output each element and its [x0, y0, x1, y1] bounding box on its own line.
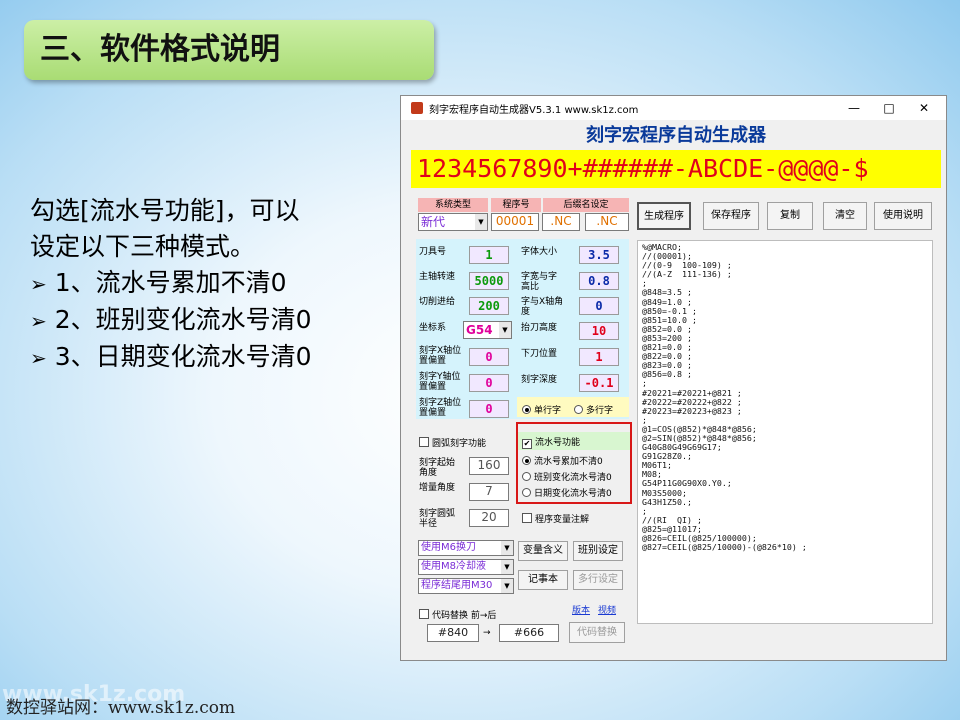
bullet-1: ➢ 1、流水号累加不清0 [30, 268, 287, 297]
label-font-size: 字体大小 [521, 247, 558, 257]
footer-text: 数控驿站网：www.sk1z.com [6, 698, 236, 718]
arrow-bullet-icon: ➢ [30, 309, 47, 333]
copy-button[interactable]: 复制 [767, 202, 813, 230]
label-ratio: 字宽与字高比 [521, 272, 558, 292]
label-z-offset: 刻字Z轴位置偏置 [419, 398, 462, 418]
chevron-down-icon[interactable]: ▼ [501, 579, 513, 593]
label-inc-angle: 增量角度 [419, 483, 456, 493]
lift-input[interactable]: 10 [579, 322, 619, 340]
label-coord: 坐标系 [419, 323, 447, 333]
save-button[interactable]: 保存程序 [703, 202, 759, 230]
version-link[interactable]: 版本 [572, 603, 590, 616]
radio-single-line[interactable]: 单行字 [522, 403, 561, 416]
bullet-3: ➢ 3、日期变化流水号清0 [30, 342, 312, 371]
title-bar: 刻字宏程序自动生成器V5.3.1 www.sk1z.com — □ ✕ [401, 96, 946, 120]
label-angle: 字与X轴角度 [521, 297, 564, 317]
font-size-input[interactable]: 3.5 [579, 246, 619, 264]
m6-select[interactable]: 使用M6换刀 ▼ [418, 540, 514, 556]
window-scrollbar[interactable] [934, 196, 944, 626]
minimize-button[interactable]: — [839, 98, 869, 118]
desc-line-2: 设定以下三种模式。 [30, 232, 256, 261]
multi-set-button[interactable]: 多行设定 [573, 570, 623, 590]
label-feed: 切削进给 [419, 297, 456, 307]
desc-line-1: 勾选[流水号功能]，可以 [30, 196, 300, 225]
pattern-input[interactable]: 1234567890+######-ABCDE-@@@@-$ [411, 150, 941, 188]
video-link[interactable]: 视频 [598, 603, 616, 616]
label-program-number: 程序号 [491, 198, 541, 212]
shift-set-button[interactable]: 班别设定 [573, 541, 623, 561]
replace-from-input[interactable]: #840 [427, 624, 479, 642]
chevron-down-icon[interactable]: ▼ [501, 541, 513, 555]
replace-to-input[interactable]: #666 [499, 624, 559, 642]
window-title: 刻字宏程序自动生成器V5.3.1 www.sk1z.com [429, 105, 639, 116]
depth-input[interactable]: -0.1 [579, 374, 619, 392]
app-icon [411, 102, 423, 114]
label-lift: 抬刀高度 [521, 323, 558, 333]
bullet-2: ➢ 2、班别变化流水号清0 [30, 305, 312, 334]
program-number-input[interactable]: 00001 [491, 213, 539, 231]
label-depth: 刻字深度 [521, 375, 558, 385]
radio-multi-line[interactable]: 多行字 [574, 403, 613, 416]
start-angle-input[interactable]: 160 [469, 457, 509, 475]
chevron-down-icon[interactable]: ▼ [499, 322, 511, 338]
label-suffix: 后缀名设定 [543, 198, 629, 212]
label-down: 下刀位置 [521, 349, 558, 359]
var-comment-checkbox[interactable]: 程序变量注解 [522, 512, 589, 525]
arc-checkbox[interactable]: 圆弧刻字功能 [419, 436, 486, 449]
feed-input[interactable]: 200 [469, 297, 509, 315]
clear-button[interactable]: 清空 [823, 202, 867, 230]
coord-select[interactable]: G54 ▼ [463, 321, 512, 339]
tool-input[interactable]: 1 [469, 246, 509, 264]
app-window: 刻字宏程序自动生成器V5.3.1 www.sk1z.com — □ ✕ 刻字宏程… [400, 95, 947, 661]
x-offset-input[interactable]: 0 [469, 348, 509, 366]
arrow-bullet-icon: ➢ [30, 272, 47, 296]
slide-title: 三、软件格式说明 [24, 20, 434, 80]
arrow-bullet-icon: ➢ [30, 346, 47, 370]
arrow-right-icon: → [483, 628, 491, 638]
help-button[interactable]: 使用说明 [874, 202, 932, 230]
app-header: 刻字宏程序自动生成器 [586, 125, 766, 146]
slide-description: 勾选[流水号功能]，可以 设定以下三种模式。 ➢ 1、流水号累加不清0 ➢ 2、班别… [30, 193, 410, 376]
z-offset-input[interactable]: 0 [469, 400, 509, 418]
notepad-button[interactable]: 记事本 [518, 570, 568, 590]
code-output[interactable]: %@MACRO; //(00001); //(0-9 100-109) ; //… [637, 240, 933, 624]
code-replace-button[interactable]: 代码替换 [569, 622, 625, 643]
label-x-offset: 刻字X轴位置偏置 [419, 346, 462, 366]
inc-angle-input[interactable]: 7 [469, 483, 509, 501]
system-type-select[interactable]: 新代 ▼ [418, 213, 488, 231]
label-start-angle: 刻字起始角度 [419, 458, 456, 478]
angle-input[interactable]: 0 [579, 297, 619, 315]
chevron-down-icon[interactable]: ▼ [501, 560, 513, 574]
close-button[interactable]: ✕ [909, 98, 939, 118]
y-offset-input[interactable]: 0 [469, 374, 509, 392]
m30-select[interactable]: 程序结尾用M30 ▼ [418, 578, 514, 594]
speed-input[interactable]: 5000 [469, 272, 509, 290]
ratio-input[interactable]: 0.8 [579, 272, 619, 290]
maximize-button[interactable]: □ [874, 98, 904, 118]
label-y-offset: 刻字Y轴位置偏置 [419, 372, 461, 392]
var-meaning-button[interactable]: 变量含义 [518, 541, 568, 561]
highlight-box [516, 422, 632, 504]
code-replace-checkbox[interactable]: 代码替换 前→后 [419, 608, 496, 621]
radius-input[interactable]: 20 [469, 509, 509, 527]
label-radius: 刻字圆弧半径 [419, 509, 456, 529]
m8-select[interactable]: 使用M8冷却液 ▼ [418, 559, 514, 575]
down-input[interactable]: 1 [579, 348, 619, 366]
label-speed: 主轴转速 [419, 272, 456, 282]
suffix-input-2[interactable]: .NC [585, 213, 629, 231]
label-tool: 刀具号 [419, 247, 447, 257]
suffix-input-1[interactable]: .NC [542, 213, 580, 231]
label-system-type: 系统类型 [418, 198, 488, 212]
generate-button[interactable]: 生成程序 [637, 202, 691, 230]
chevron-down-icon[interactable]: ▼ [475, 214, 487, 230]
